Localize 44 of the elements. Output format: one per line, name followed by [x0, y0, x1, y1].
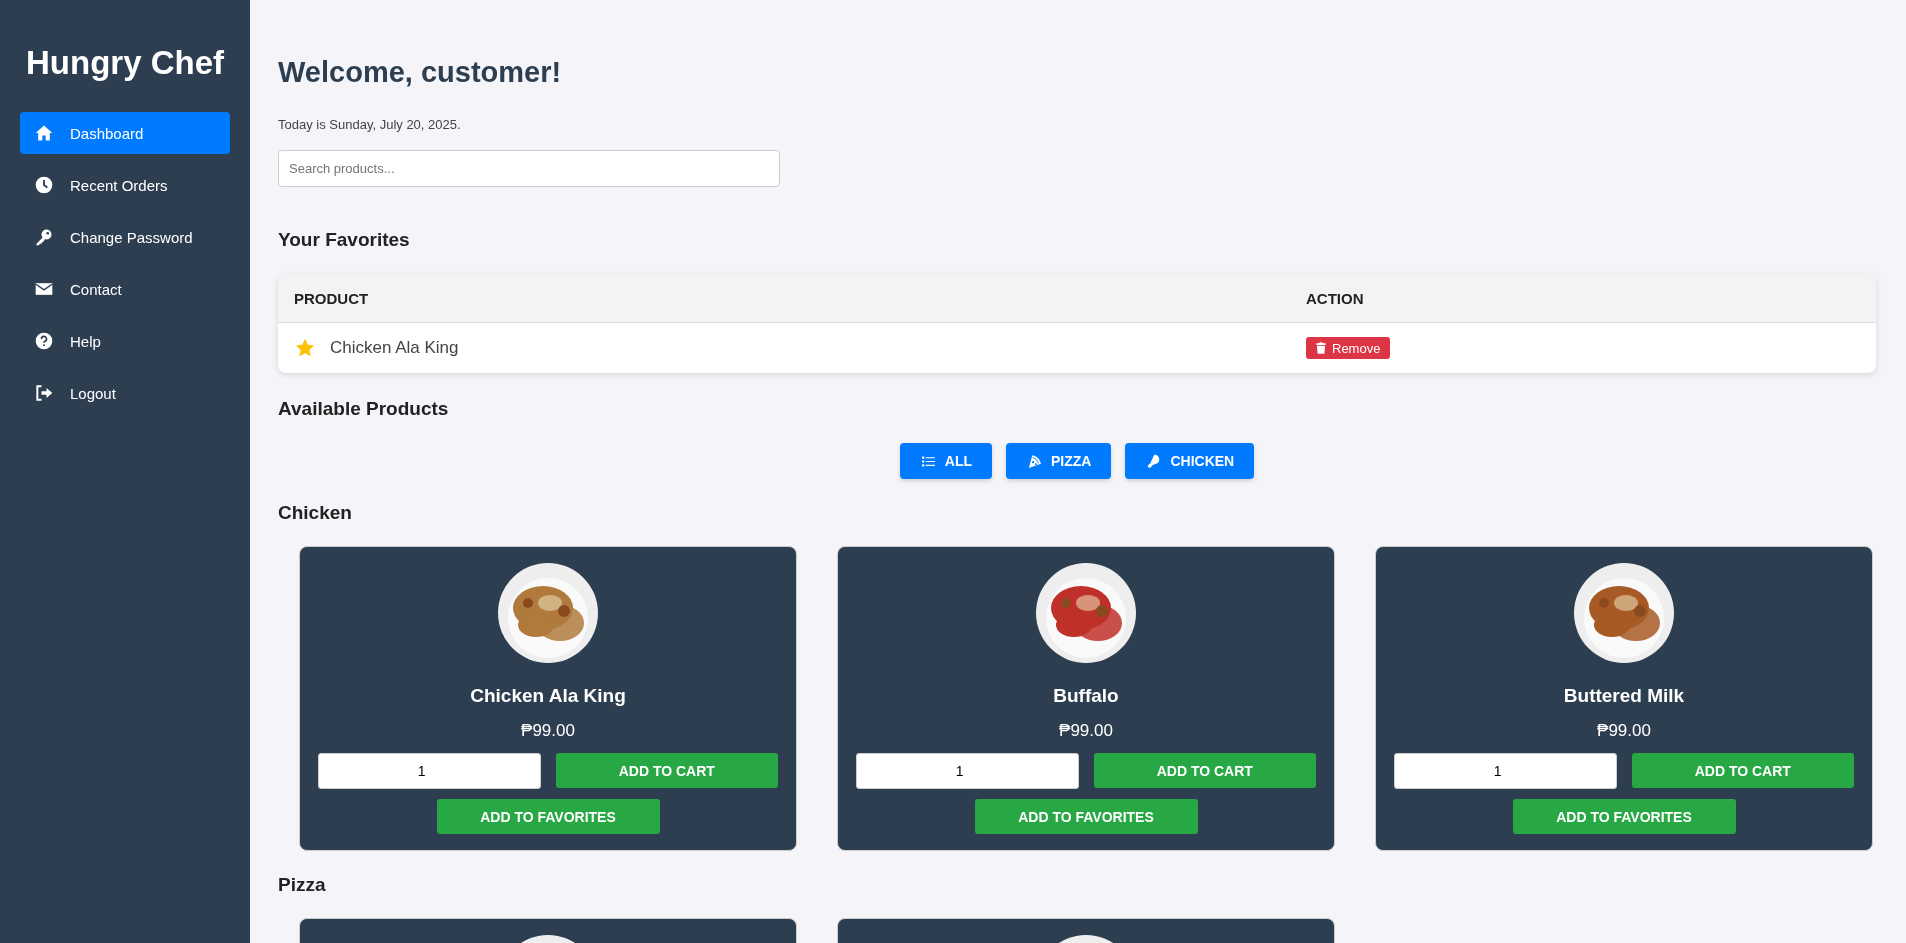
section-title: Available Products [278, 398, 450, 420]
add-to-cart-button[interactable]: ADD TO CART [1631, 753, 1854, 788]
column-header: ACTION [1305, 289, 1365, 307]
star-icon [294, 337, 316, 359]
section-title: Your Favorites [278, 229, 411, 251]
add-to-favorites-button[interactable]: ADD TO FAVORITES [974, 799, 1198, 834]
product-name: Buttered Milk [1563, 685, 1685, 707]
add-to-cart-button[interactable]: ADD TO CART [1093, 753, 1316, 788]
add-to-favorites-button[interactable]: ADD TO FAVORITES [436, 799, 660, 834]
column-header: PRODUCT [293, 289, 370, 307]
add-to-favorites-button[interactable]: ADD TO FAVORITES [1512, 799, 1736, 834]
logout-icon [34, 383, 54, 403]
category-title: Pizza [278, 874, 327, 896]
quantity-field[interactable]: 1 [318, 753, 541, 789]
date-text: Today is Sunday, July 20, 2025. [278, 117, 462, 132]
product-price: ₱99.00 [1059, 721, 1113, 741]
product-name: Chicken Ala King [330, 338, 459, 358]
product-price: ₱99.00 [1597, 721, 1651, 741]
sidebar-item[interactable]: Recent Orders [20, 164, 230, 206]
sidebar-item[interactable]: Dashboard [20, 112, 230, 154]
remove-button[interactable]: Remove [1306, 337, 1391, 359]
sidebar-item[interactable]: Contact [20, 268, 230, 310]
filter-button[interactable]: CHICKEN [1125, 443, 1255, 479]
search-field[interactable]: Search products... [278, 150, 780, 187]
quantity-field[interactable]: 1 [1394, 753, 1617, 789]
app-title: Hungry Chef [25, 44, 225, 82]
sidebar-item[interactable]: Help [20, 320, 230, 362]
clock-icon [34, 175, 54, 195]
page-title: Welcome, customer! [278, 56, 563, 89]
home-icon [34, 123, 54, 143]
product-name: Buffalo [1053, 685, 1119, 707]
filter-button[interactable]: PIZZA [1006, 443, 1112, 479]
add-to-cart-button[interactable]: ADD TO CART [555, 753, 778, 788]
quantity-field[interactable]: 1 [856, 753, 1079, 789]
pizza-slice-icon [1026, 452, 1043, 470]
product-name: Chicken Ala King [470, 685, 626, 707]
help-icon [34, 331, 54, 351]
sidebar-item[interactable]: Change Password [20, 216, 230, 258]
sidebar-item[interactable]: Logout [20, 372, 230, 414]
category-title: Chicken [278, 502, 353, 524]
trash-icon [1314, 340, 1328, 356]
key-icon [34, 227, 54, 247]
product-price: ₱99.00 [521, 721, 575, 741]
filter-button[interactable]: ALL [899, 443, 992, 479]
